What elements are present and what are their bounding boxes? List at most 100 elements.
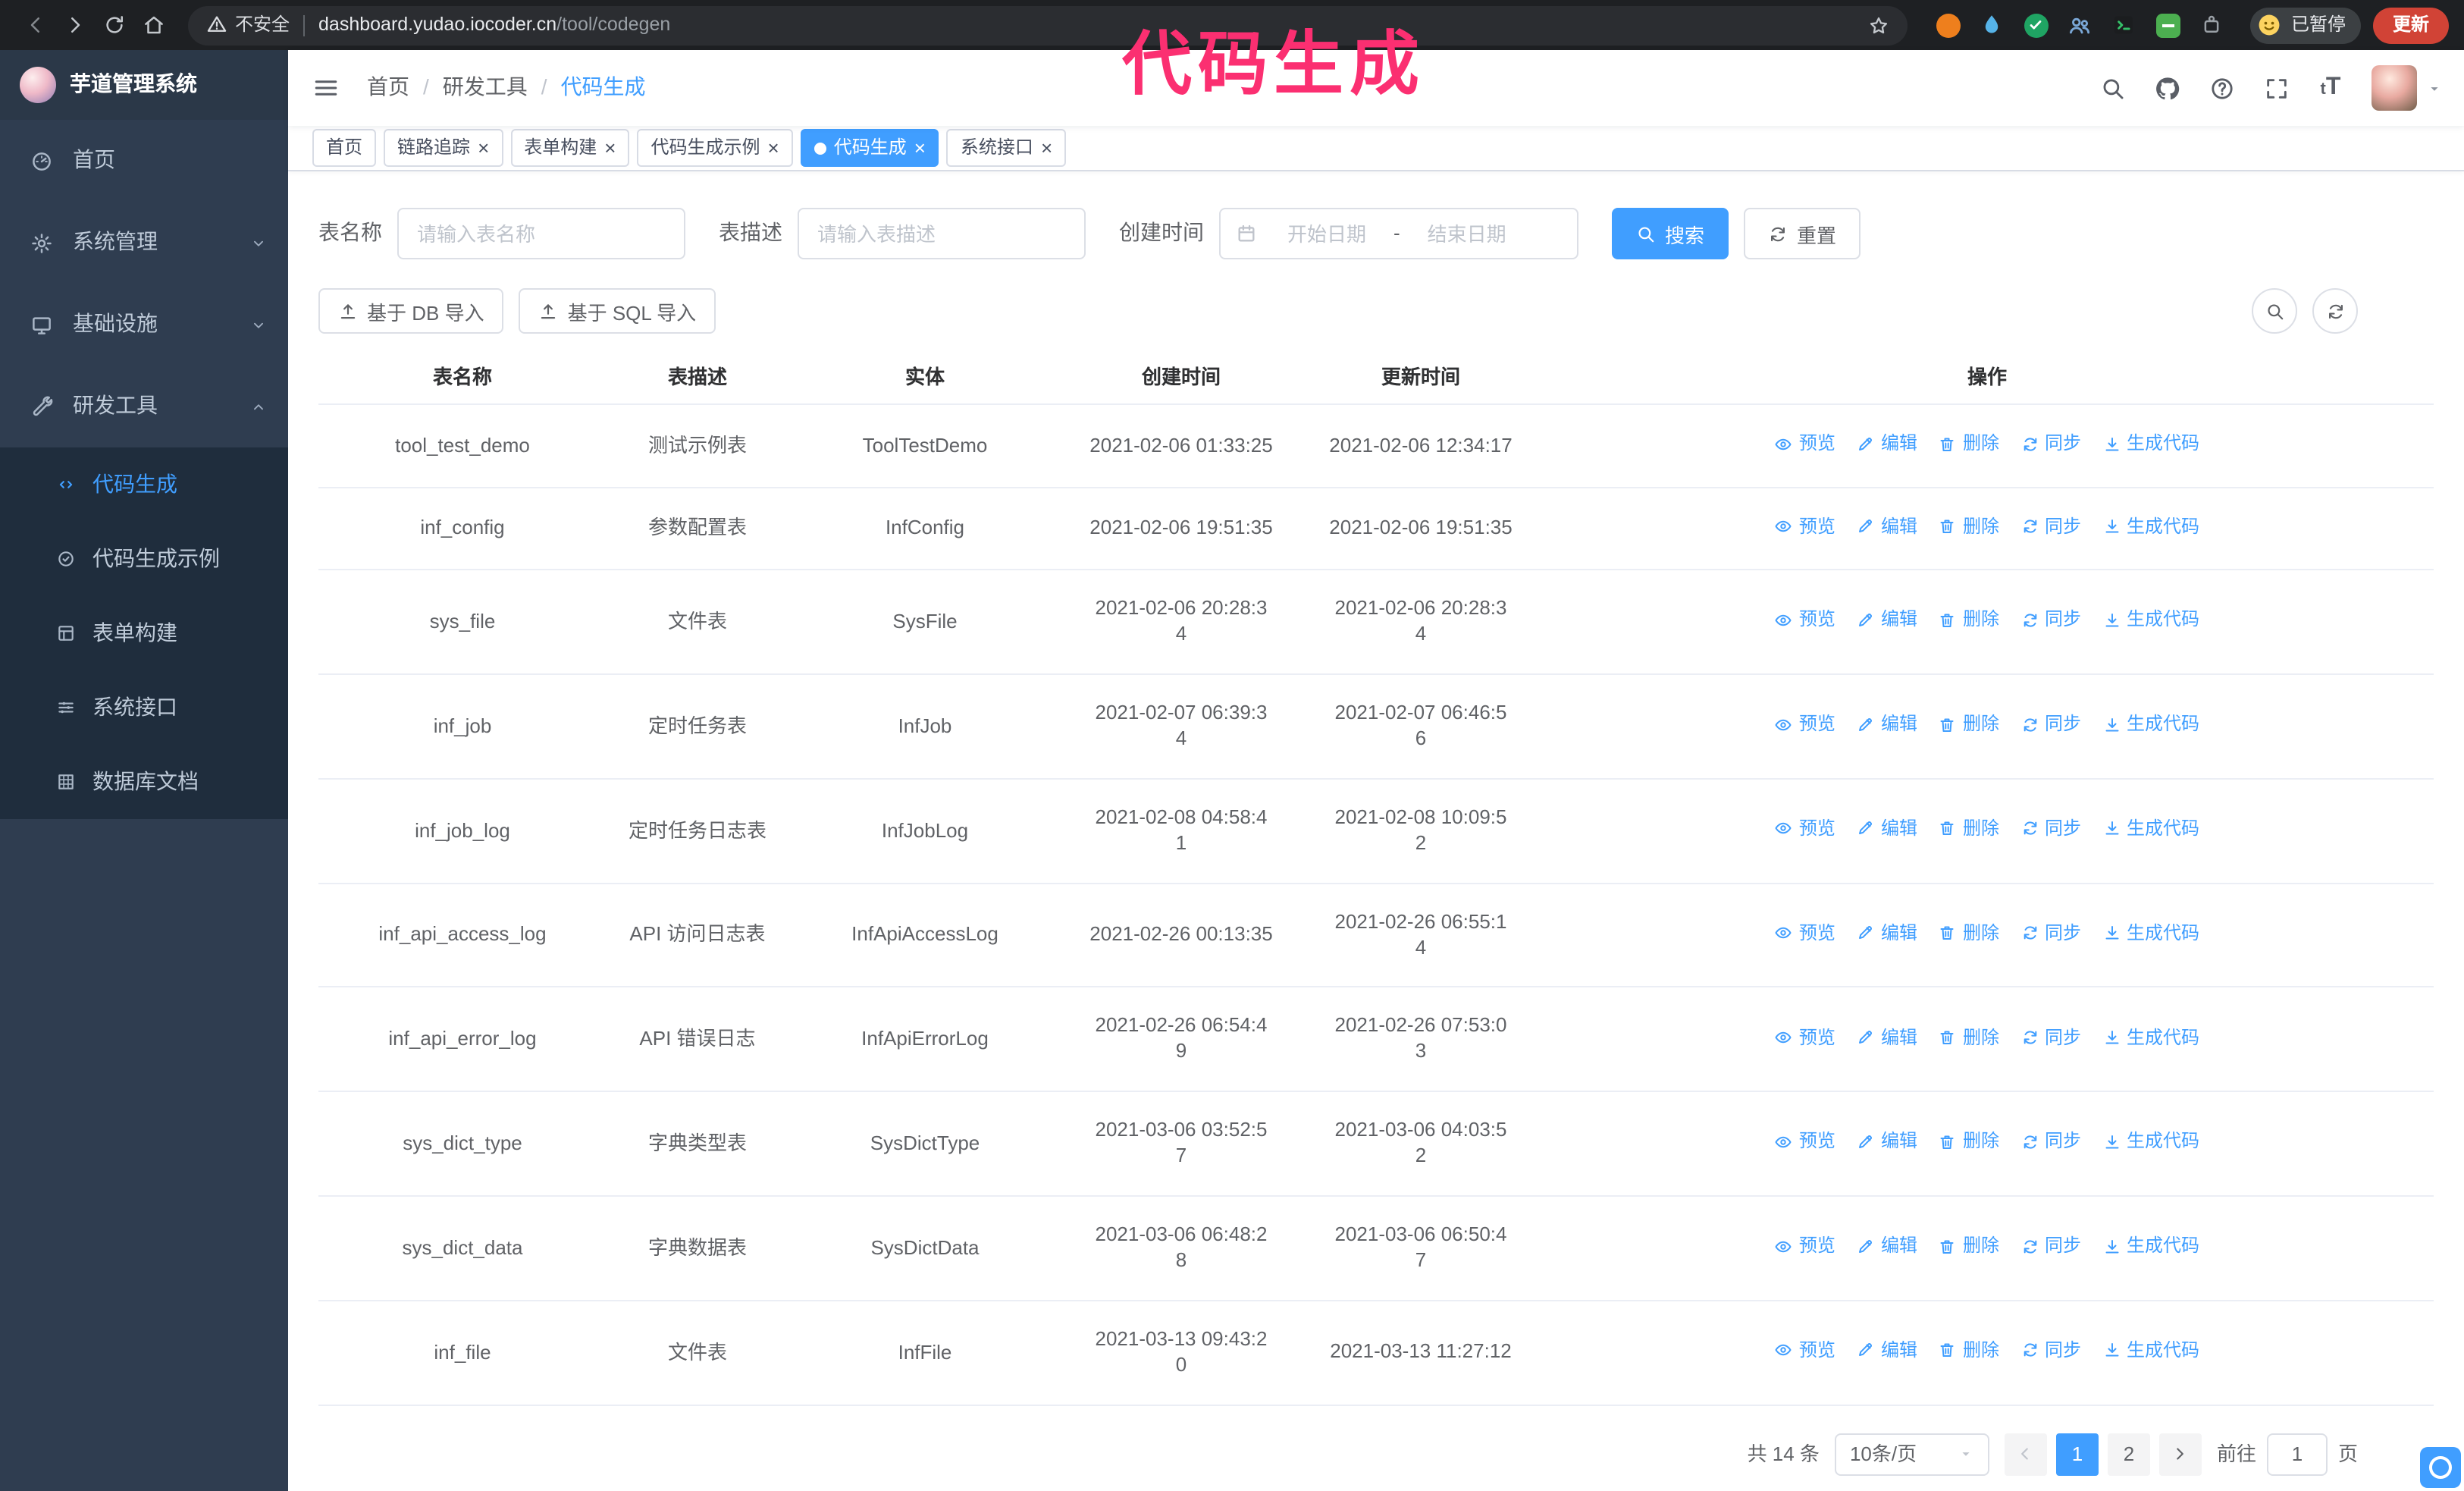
action-edit[interactable]: 编辑 — [1857, 514, 1917, 540]
back-icon[interactable] — [15, 5, 55, 45]
close-icon[interactable]: × — [768, 138, 779, 158]
close-icon[interactable]: × — [604, 138, 616, 158]
breadcrumb-item[interactable]: 首页 — [367, 73, 409, 102]
next-page-button[interactable] — [2158, 1433, 2202, 1476]
bookmark-star-icon[interactable] — [1868, 14, 1889, 36]
action-generate[interactable]: 生成代码 — [2102, 607, 2199, 633]
font-size-icon[interactable]: tT — [2305, 55, 2356, 121]
close-icon[interactable]: × — [478, 138, 489, 158]
action-delete[interactable]: 删除 — [1939, 1338, 1999, 1364]
action-sync[interactable]: 同步 — [2020, 1338, 2081, 1364]
action-edit[interactable]: 编辑 — [1857, 711, 1917, 737]
sidebar-subitem-codegen[interactable]: 代码生成 — [0, 447, 288, 522]
action-generate[interactable]: 生成代码 — [2102, 816, 2199, 842]
sidebar-item-devtools[interactable]: 研发工具 — [0, 366, 288, 447]
puzzle-icon[interactable] — [2199, 11, 2226, 39]
action-sync[interactable]: 同步 — [2020, 711, 2081, 737]
date-range-picker[interactable]: - — [1219, 208, 1578, 259]
search-button[interactable]: 搜索 — [1612, 208, 1729, 259]
extension-icon-1[interactable] — [1935, 11, 1962, 39]
action-generate[interactable]: 生成代码 — [2102, 1233, 2199, 1259]
action-sync[interactable]: 同步 — [2020, 431, 2081, 457]
action-preview[interactable]: 预览 — [1775, 607, 1835, 633]
goto-page-input[interactable] — [2266, 1433, 2328, 1476]
action-delete[interactable]: 删除 — [1939, 816, 1999, 842]
action-edit[interactable]: 编辑 — [1857, 431, 1917, 457]
import-sql-button[interactable]: 基于 SQL 导入 — [519, 288, 716, 334]
security-chip[interactable]: 不安全 — [206, 12, 290, 38]
action-generate[interactable]: 生成代码 — [2102, 514, 2199, 540]
tab-codegen[interactable]: 代码生成 × — [800, 129, 939, 167]
action-edit[interactable]: 编辑 — [1857, 1338, 1917, 1364]
sidebar-item-infra[interactable]: 基础设施 — [0, 284, 288, 366]
page-size-select[interactable]: 10条/页 — [1834, 1433, 1989, 1476]
fullscreen-icon[interactable] — [2250, 55, 2302, 121]
sidebar-item-system[interactable]: 系统管理 — [0, 202, 288, 284]
tab-home[interactable]: 首页 — [312, 129, 377, 167]
action-delete[interactable]: 删除 — [1939, 514, 1999, 540]
table-name-input[interactable] — [397, 208, 685, 259]
action-preview[interactable]: 预览 — [1775, 711, 1835, 737]
date-end-input[interactable] — [1406, 222, 1528, 245]
close-icon[interactable]: × — [1041, 138, 1052, 158]
action-sync[interactable]: 同步 — [2020, 1129, 2081, 1155]
action-delete[interactable]: 删除 — [1939, 607, 1999, 633]
corner-widget-button[interactable] — [2420, 1447, 2461, 1488]
action-edit[interactable]: 编辑 — [1857, 607, 1917, 633]
action-generate[interactable]: 生成代码 — [2102, 1025, 2199, 1050]
action-sync[interactable]: 同步 — [2020, 816, 2081, 842]
toggle-search-button[interactable] — [2252, 288, 2297, 334]
action-delete[interactable]: 删除 — [1939, 1129, 1999, 1155]
action-delete[interactable]: 删除 — [1939, 1025, 1999, 1050]
extension-icon-6[interactable] — [2155, 11, 2182, 39]
refresh-table-button[interactable] — [2312, 288, 2358, 334]
extension-icon-4[interactable] — [2067, 11, 2094, 39]
reload-icon[interactable] — [94, 5, 133, 45]
action-sync[interactable]: 同步 — [2020, 921, 2081, 946]
action-generate[interactable]: 生成代码 — [2102, 711, 2199, 737]
action-delete[interactable]: 删除 — [1939, 711, 1999, 737]
forward-icon[interactable] — [55, 5, 94, 45]
tab-api[interactable]: 系统接口 × — [946, 129, 1067, 167]
tab-form-builder[interactable]: 表单构建 × — [510, 129, 630, 167]
help-icon[interactable] — [2196, 55, 2247, 121]
address-bar[interactable]: 不安全 dashboard.yudao.iocoder.cn/tool/code… — [188, 5, 1908, 45]
action-sync[interactable]: 同步 — [2020, 1233, 2081, 1259]
page-button-2[interactable]: 2 — [2107, 1433, 2150, 1476]
action-preview[interactable]: 预览 — [1775, 921, 1835, 946]
action-generate[interactable]: 生成代码 — [2102, 921, 2199, 946]
sidebar-subitem-api[interactable]: 系统接口 — [0, 670, 288, 745]
prev-page-button[interactable] — [2004, 1433, 2047, 1476]
action-delete[interactable]: 删除 — [1939, 1233, 1999, 1259]
hamburger-icon[interactable] — [288, 50, 364, 126]
action-preview[interactable]: 预览 — [1775, 431, 1835, 457]
action-sync[interactable]: 同步 — [2020, 1025, 2081, 1050]
action-edit[interactable]: 编辑 — [1857, 1025, 1917, 1050]
extension-icon-3[interactable] — [2023, 11, 2050, 39]
breadcrumb-item[interactable]: 研发工具 — [443, 73, 528, 102]
action-preview[interactable]: 预览 — [1775, 1338, 1835, 1364]
action-edit[interactable]: 编辑 — [1857, 1129, 1917, 1155]
sidebar-item-home[interactable]: 首页 — [0, 120, 288, 202]
profile-chip[interactable]: 已暂停 — [2249, 7, 2361, 43]
github-icon[interactable] — [2141, 55, 2193, 121]
action-preview[interactable]: 预览 — [1775, 1129, 1835, 1155]
action-preview[interactable]: 预览 — [1775, 816, 1835, 842]
action-preview[interactable]: 预览 — [1775, 1233, 1835, 1259]
action-sync[interactable]: 同步 — [2020, 514, 2081, 540]
tab-tracer[interactable]: 链路追踪 × — [384, 129, 503, 167]
extension-icon-5[interactable] — [2111, 11, 2138, 39]
sidebar-subitem-db-doc[interactable]: 数据库文档 — [0, 745, 288, 819]
action-preview[interactable]: 预览 — [1775, 514, 1835, 540]
tab-codegen-example[interactable]: 代码生成示例 × — [637, 129, 793, 167]
action-generate[interactable]: 生成代码 — [2102, 1129, 2199, 1155]
table-desc-input[interactable] — [798, 208, 1086, 259]
action-generate[interactable]: 生成代码 — [2102, 1338, 2199, 1364]
action-edit[interactable]: 编辑 — [1857, 816, 1917, 842]
action-edit[interactable]: 编辑 — [1857, 1233, 1917, 1259]
action-delete[interactable]: 删除 — [1939, 431, 1999, 457]
extension-icon-2[interactable] — [1979, 11, 2006, 39]
action-preview[interactable]: 预览 — [1775, 1025, 1835, 1050]
import-db-button[interactable]: 基于 DB 导入 — [318, 288, 504, 334]
home-icon[interactable] — [133, 5, 173, 45]
